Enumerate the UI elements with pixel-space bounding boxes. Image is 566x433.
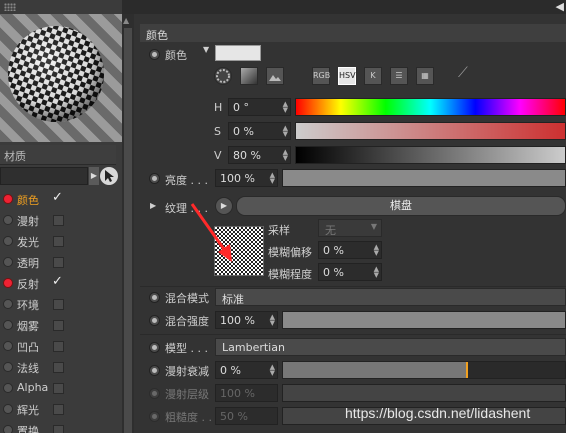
- watermark: https://blog.csdn.net/lidashent: [345, 405, 531, 421]
- annotation-arrow-icon: [190, 203, 232, 262]
